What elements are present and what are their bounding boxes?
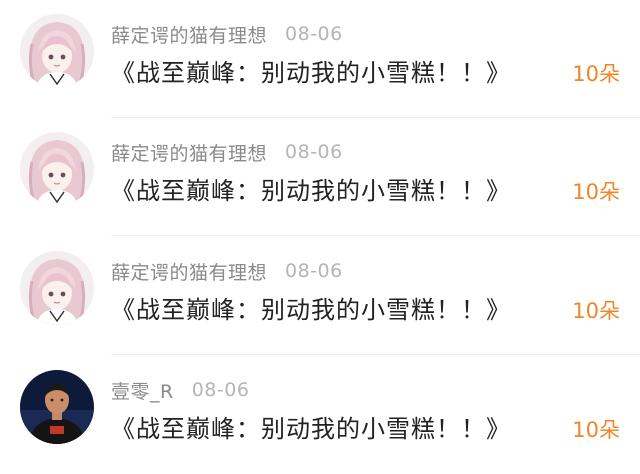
man-photo-avatar-icon [20, 370, 94, 444]
timestamp: 08-06 [285, 260, 343, 282]
divider [111, 354, 640, 355]
timestamp: 08-06 [285, 141, 343, 163]
gift-count: 10朵 [572, 62, 620, 86]
timestamp: 08-06 [191, 379, 250, 401]
list-item[interactable]: 薛定谔的猫有理想 08-06 《战至巅峰：别动我的小雪糕！！》 10朵 [0, 0, 640, 118]
gift-title: 《战至巅峰：别动我的小雪糕！！》 [111, 415, 511, 443]
list-item[interactable]: 薛定谔的猫有理想 08-06 《战至巅峰：别动我的小雪糕！！》 10朵 [0, 237, 640, 355]
user-line: 薛定谔的猫有理想 08-06 [111, 139, 343, 165]
gift-count: 10朵 [572, 418, 620, 442]
avatar[interactable] [20, 132, 94, 206]
username[interactable]: 薛定谔的猫有理想 [111, 139, 267, 166]
anime-girl-avatar-icon [20, 14, 94, 88]
avatar[interactable] [20, 14, 94, 88]
gift-title: 《战至巅峰：别动我的小雪糕！！》 [111, 177, 511, 205]
anime-girl-avatar-icon [20, 132, 94, 206]
username[interactable]: 薛定谔的猫有理想 [111, 258, 267, 285]
list-item[interactable]: 壹零_R 08-06 《战至巅峰：别动我的小雪糕！！》 10朵 [0, 356, 640, 474]
user-line: 薛定谔的猫有理想 08-06 [111, 258, 343, 284]
divider [111, 235, 640, 236]
gift-title: 《战至巅峰：别动我的小雪糕！！》 [111, 59, 511, 87]
list-item[interactable]: 薛定谔的猫有理想 08-06 《战至巅峰：别动我的小雪糕！！》 10朵 [0, 118, 640, 236]
gift-count: 10朵 [572, 299, 620, 323]
anime-girl-avatar-icon [20, 251, 94, 325]
timestamp: 08-06 [285, 23, 343, 45]
username[interactable]: 壹零_R [111, 377, 174, 404]
gift-title: 《战至巅峰：别动我的小雪糕！！》 [111, 296, 511, 324]
avatar[interactable] [20, 370, 94, 444]
user-line: 壹零_R 08-06 [111, 377, 249, 403]
avatar[interactable] [20, 251, 94, 325]
gift-count: 10朵 [572, 180, 620, 204]
user-line: 薛定谔的猫有理想 08-06 [111, 21, 343, 47]
username[interactable]: 薛定谔的猫有理想 [111, 21, 267, 48]
gift-record-list: 薛定谔的猫有理想 08-06 《战至巅峰：别动我的小雪糕！！》 10朵 薛定谔的… [0, 0, 640, 445]
